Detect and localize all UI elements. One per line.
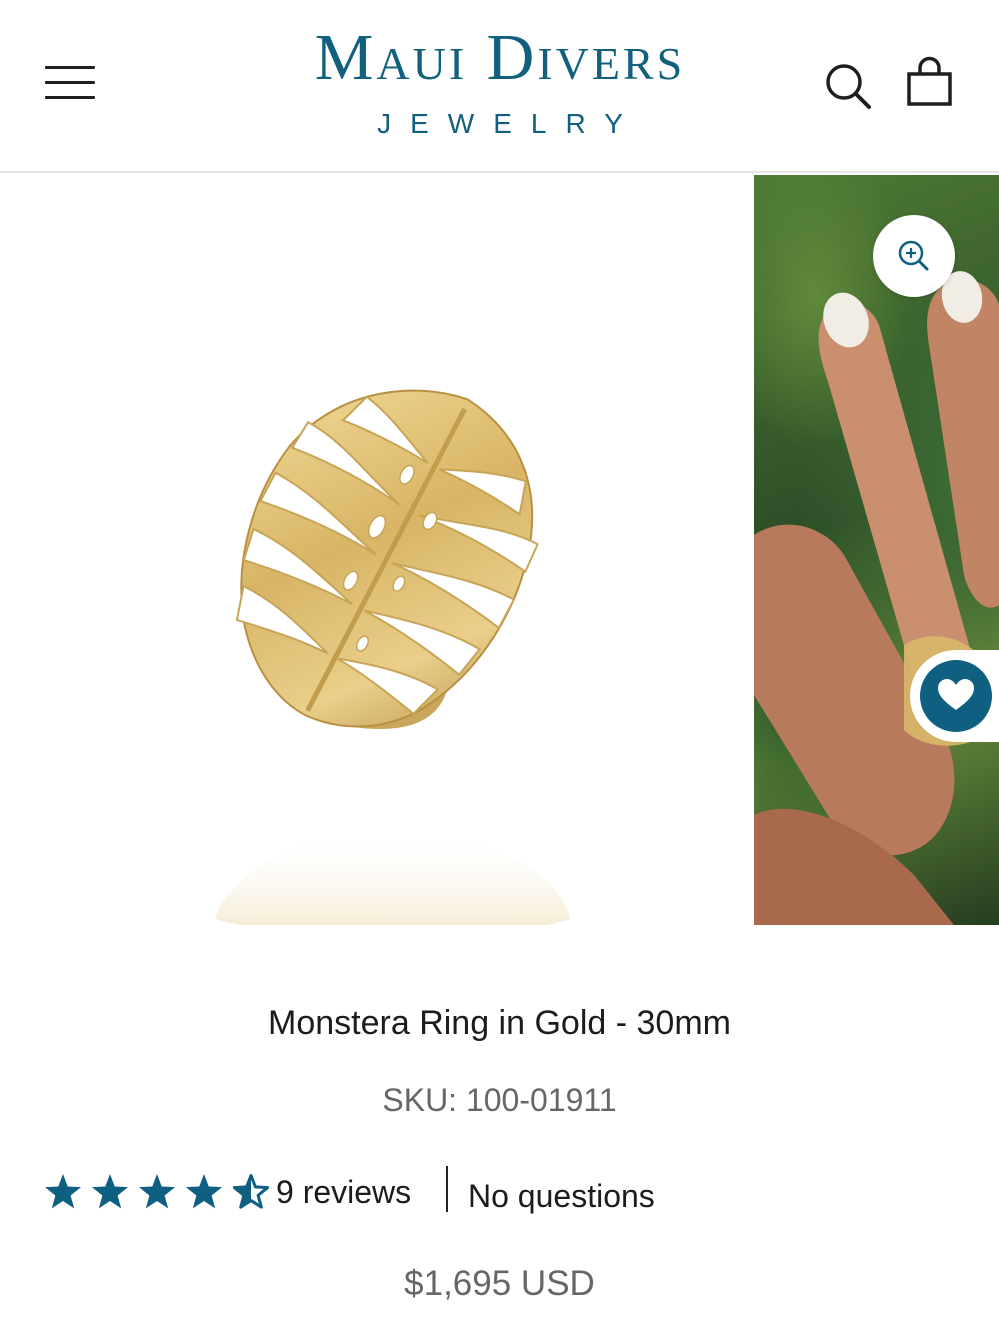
star-icon [44, 1174, 82, 1209]
star-rating[interactable] [44, 1172, 270, 1212]
wishlist-button[interactable] [910, 650, 999, 742]
logo-sub-text: JEWELRY [377, 108, 642, 139]
site-header: Maui Divers JEWELRY [0, 0, 999, 173]
hamburger-menu-icon[interactable] [42, 64, 98, 104]
brand-logo[interactable]: Maui Divers JEWELRY [250, 22, 750, 152]
zoom-in-icon[interactable] [873, 215, 955, 297]
star-icon [232, 1174, 270, 1209]
product-price: $1,695 USD [404, 1264, 595, 1303]
shopping-bag-icon[interactable] [900, 54, 960, 114]
star-icon [185, 1174, 223, 1209]
rating-divider [446, 1166, 448, 1212]
menu-line [45, 66, 95, 69]
questions-link[interactable]: No questions [468, 1174, 655, 1218]
menu-line [45, 96, 95, 99]
product-title: Monstera Ring in Gold - 30mm [268, 1004, 731, 1042]
star-icon [91, 1174, 129, 1209]
product-image-main[interactable] [0, 175, 754, 925]
product-sku: SKU: 100-01911 [382, 1082, 617, 1118]
star-icon [138, 1174, 176, 1209]
rating-summary: 9 reviews No questions [44, 1166, 744, 1222]
logo-main-text: Maui Divers [314, 21, 686, 94]
search-icon[interactable] [820, 58, 876, 114]
product-gallery[interactable] [0, 175, 999, 925]
reviews-link[interactable]: 9 reviews [276, 1170, 411, 1214]
menu-line [45, 81, 95, 84]
heart-icon[interactable] [920, 660, 992, 732]
